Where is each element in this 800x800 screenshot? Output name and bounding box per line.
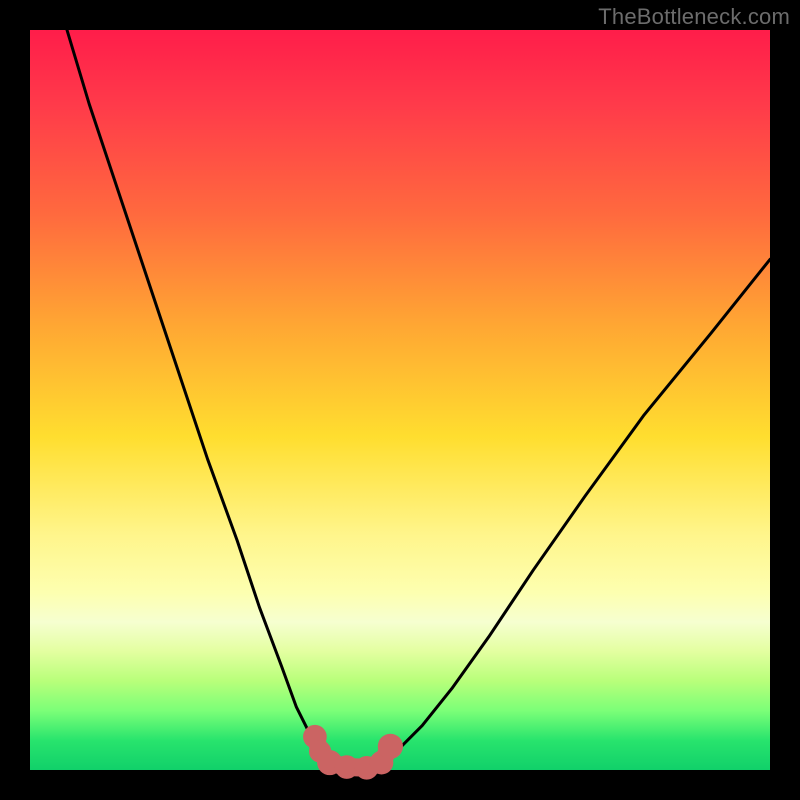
- watermark-text: TheBottleneck.com: [598, 4, 790, 30]
- chart-frame: TheBottleneck.com: [0, 0, 800, 800]
- plot-area: [30, 30, 770, 770]
- valley-dot-group: [303, 725, 403, 780]
- valley-dot: [378, 734, 403, 759]
- valley-markers: [30, 30, 770, 770]
